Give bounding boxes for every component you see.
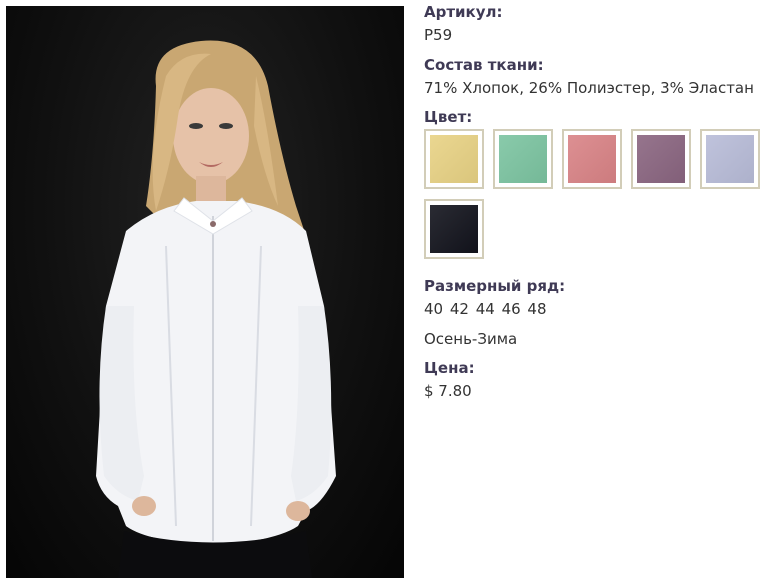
swatch-fill xyxy=(430,205,478,253)
size-value: 40 42 44 46 48 xyxy=(424,300,547,318)
right-hand-shape xyxy=(286,501,310,521)
size-label: Размерный ряд: xyxy=(424,277,566,295)
fabric-label: Состав ткани: xyxy=(424,56,544,74)
color-swatch-pink[interactable] xyxy=(562,129,622,189)
color-swatch-lavender[interactable] xyxy=(700,129,760,189)
face-shape xyxy=(173,88,249,184)
color-label: Цвет: xyxy=(424,108,473,126)
product-page: Артикул: P59 Состав ткани: 71% Хлопок, 2… xyxy=(0,0,770,580)
price-value: $ 7.80 xyxy=(424,382,472,400)
fabric-value: 71% Хлопок, 26% Полиэстер, 3% Эластан xyxy=(424,79,754,97)
color-swatch-plum[interactable] xyxy=(631,129,691,189)
product-image[interactable] xyxy=(6,6,404,578)
color-swatch-mint[interactable] xyxy=(493,129,553,189)
swatch-fill xyxy=(499,135,547,183)
neck-shape xyxy=(196,176,226,204)
left-hand-shape xyxy=(132,496,156,516)
left-eye-shape xyxy=(189,123,203,129)
right-eye-shape xyxy=(219,123,233,129)
season-value: Осень-Зима xyxy=(424,330,518,348)
price-label: Цена: xyxy=(424,359,475,377)
sku-value: P59 xyxy=(424,26,453,44)
swatch-fill xyxy=(706,135,754,183)
color-swatch-black[interactable] xyxy=(424,199,484,259)
swatch-fill xyxy=(430,135,478,183)
swatch-fill xyxy=(637,135,685,183)
collar-button xyxy=(210,221,216,227)
color-swatch-yellow[interactable] xyxy=(424,129,484,189)
model-in-white-shirt-illustration xyxy=(96,40,336,578)
swatch-fill xyxy=(568,135,616,183)
sku-label: Артикул: xyxy=(424,3,503,21)
